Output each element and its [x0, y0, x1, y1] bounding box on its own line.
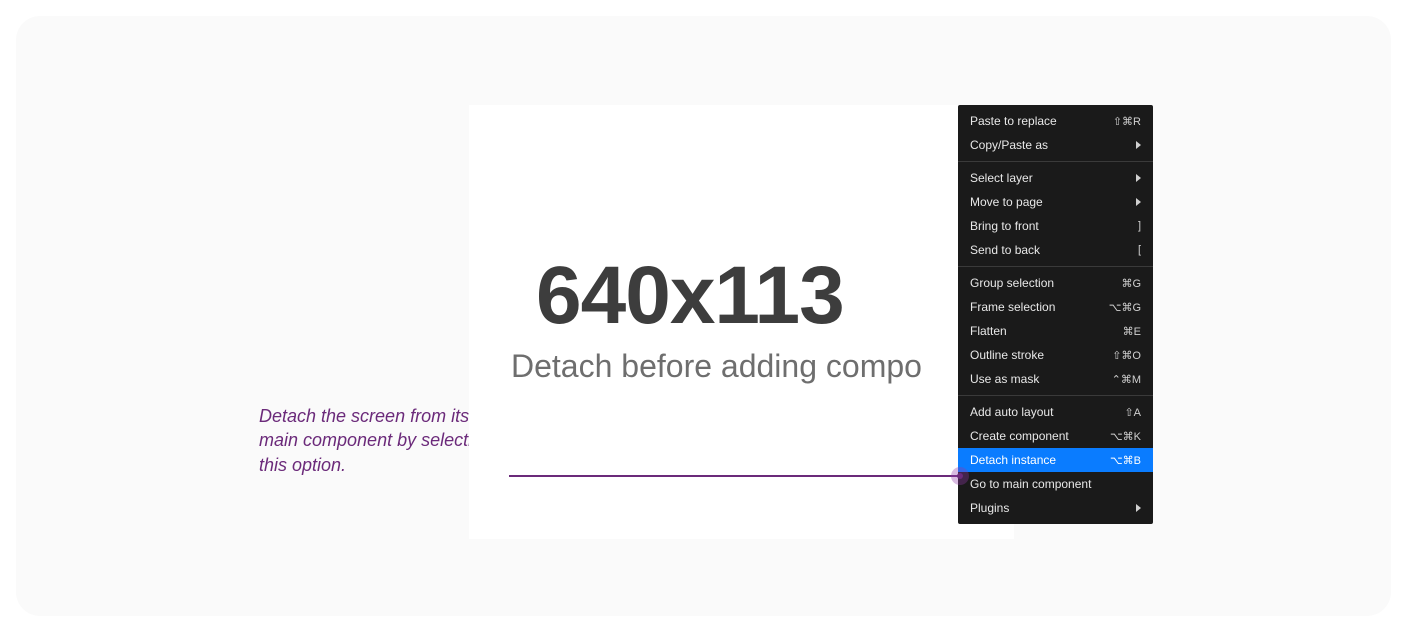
menu-item-right: ⌥⌘G	[1109, 301, 1141, 314]
menu-item-right	[1136, 198, 1141, 206]
menu-item-label: Outline stroke	[970, 348, 1044, 362]
menu-item-select-layer[interactable]: Select layer	[958, 166, 1153, 190]
menu-item-right: ⌘E	[1123, 325, 1141, 338]
menu-item-frame-selection[interactable]: Frame selection ⌥⌘G	[958, 295, 1153, 319]
chevron-right-icon	[1136, 198, 1141, 206]
chevron-right-icon	[1136, 141, 1141, 149]
menu-item-label: Move to page	[970, 195, 1043, 209]
menu-item-right: ⇧A	[1124, 406, 1141, 419]
menu-item-shortcut: ⇧⌘O	[1112, 349, 1141, 362]
annotation-connector-line	[509, 475, 958, 477]
menu-item-use-as-mask[interactable]: Use as mask ⌃⌘M	[958, 367, 1153, 391]
menu-item-label: Flatten	[970, 324, 1007, 338]
menu-item-label: Use as mask	[970, 372, 1039, 386]
menu-item-label: Go to main component	[970, 477, 1091, 491]
menu-item-shortcut: ⇧A	[1124, 406, 1141, 419]
menu-item-label: Frame selection	[970, 300, 1055, 314]
menu-item-shortcut: ⌥⌘K	[1110, 430, 1141, 443]
annotation-caption: Detach the screen from its main componen…	[259, 404, 501, 477]
menu-item-bring-to-front[interactable]: Bring to front]	[958, 214, 1153, 238]
menu-item-shortcut: ⌃⌘M	[1112, 373, 1141, 386]
menu-item-add-auto-layout[interactable]: Add auto layout ⇧A	[958, 400, 1153, 424]
menu-item-right	[1136, 504, 1141, 512]
context-menu[interactable]: Paste to replace ⇧⌘R Copy/Paste as Select l…	[958, 105, 1153, 524]
menu-item-flatten[interactable]: Flatten ⌘E	[958, 319, 1153, 343]
menu-item-label: Group selection	[970, 276, 1054, 290]
menu-item-label: Copy/Paste as	[970, 138, 1048, 152]
frame-hint-text: Detach before adding compo	[511, 348, 1011, 385]
menu-separator	[958, 266, 1153, 267]
menu-item-move-to-page[interactable]: Move to page	[958, 190, 1153, 214]
menu-item-label: Detach instance	[970, 453, 1056, 467]
menu-item-create-component[interactable]: Create component ⌥⌘K	[958, 424, 1153, 448]
menu-item-right: ⌃⌘M	[1112, 373, 1141, 386]
menu-item-plugins[interactable]: Plugins	[958, 496, 1153, 520]
menu-item-right: ⌥⌘B	[1110, 454, 1141, 467]
menu-separator	[958, 395, 1153, 396]
menu-item-shortcut: ⌥⌘B	[1110, 454, 1141, 467]
menu-item-shortcut: ⇧⌘R	[1113, 115, 1141, 128]
menu-item-label: Send to back	[970, 243, 1040, 257]
menu-item-copy-paste-as[interactable]: Copy/Paste as	[958, 133, 1153, 157]
menu-item-label: Bring to front	[970, 219, 1039, 233]
annotation-dot	[957, 473, 963, 479]
chevron-right-icon	[1136, 504, 1141, 512]
menu-item-group-selection[interactable]: Group selection ⌘G	[958, 271, 1153, 295]
menu-item-detach-instance[interactable]: Detach instance ⌥⌘B	[958, 448, 1153, 472]
menu-item-label: Add auto layout	[970, 405, 1053, 419]
chevron-right-icon	[1136, 174, 1141, 182]
menu-item-right: ]	[1138, 220, 1141, 232]
stage: Detach the screen from its main componen…	[16, 16, 1391, 616]
menu-item-go-to-main-component[interactable]: Go to main component	[958, 472, 1153, 496]
menu-item-right	[1136, 174, 1141, 182]
menu-item-right: ⌘G	[1121, 277, 1141, 290]
menu-item-shortcut: ⌘E	[1123, 325, 1141, 338]
menu-item-right: ⌥⌘K	[1110, 430, 1141, 443]
menu-separator	[958, 161, 1153, 162]
menu-item-right: [	[1138, 244, 1141, 256]
menu-item-shortcut: ]	[1138, 220, 1141, 232]
menu-item-shortcut: ⌥⌘G	[1109, 301, 1141, 314]
menu-item-right	[1136, 141, 1141, 149]
menu-item-paste-to-replace[interactable]: Paste to replace ⇧⌘R	[958, 109, 1153, 133]
menu-item-right: ⇧⌘R	[1113, 115, 1141, 128]
menu-item-label: Create component	[970, 429, 1069, 443]
menu-item-right: ⇧⌘O	[1112, 349, 1141, 362]
menu-item-send-to-back[interactable]: Send to back [	[958, 238, 1153, 262]
menu-item-shortcut: [	[1138, 244, 1141, 256]
menu-item-shortcut: ⌘G	[1121, 277, 1141, 290]
menu-item-outline-stroke[interactable]: Outline stroke ⇧⌘O	[958, 343, 1153, 367]
menu-item-label: Paste to replace	[970, 114, 1057, 128]
menu-item-label: Select layer	[970, 171, 1033, 185]
menu-item-label: Plugins	[970, 501, 1009, 515]
